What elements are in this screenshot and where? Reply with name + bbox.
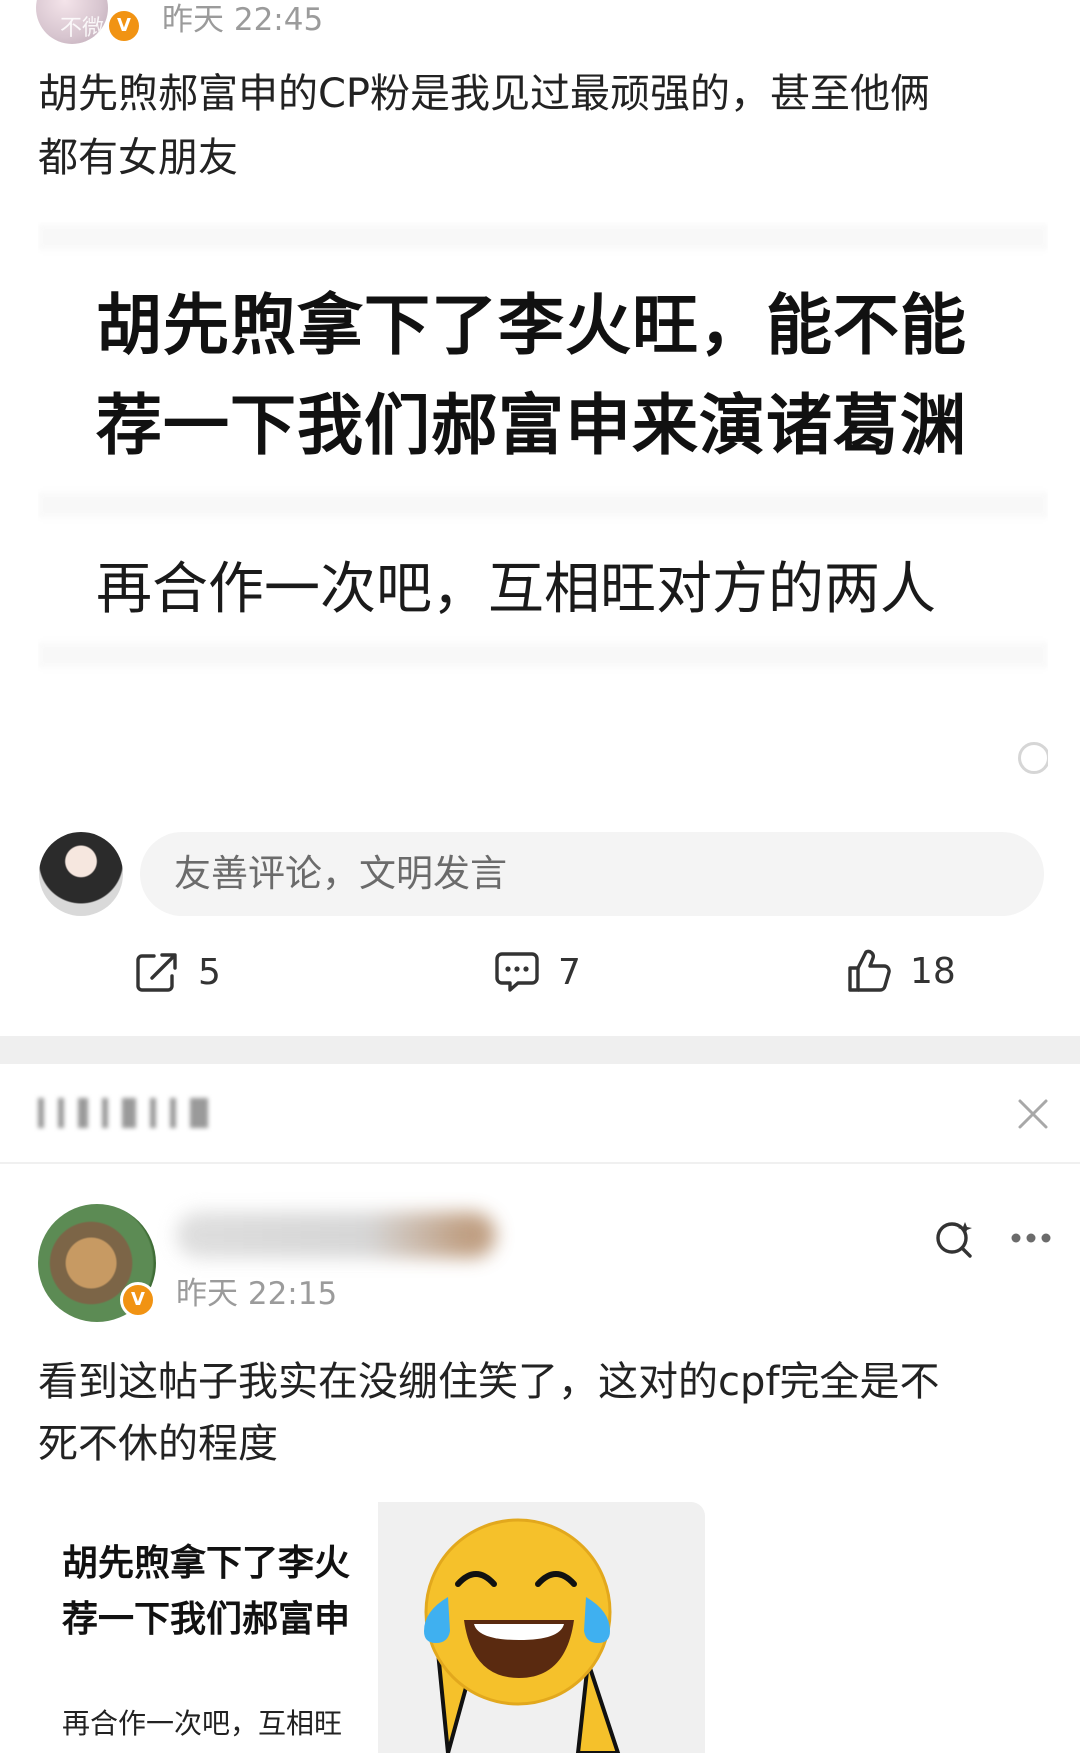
image-thumbnail[interactable]: 胡先煦拿下了李火 荐一下我们郝富申 再合作一次吧，互相旺 (38, 1502, 378, 1753)
post-text-line: 死不休的程度 (38, 1421, 278, 1467)
section-divider (0, 1036, 1080, 1064)
share-icon (136, 953, 177, 992)
thumb-text-line: 荐一下我们郝富申 (62, 1599, 351, 1640)
verified-badge-icon: V (106, 8, 142, 44)
author-name-blurred[interactable] (176, 1212, 496, 1258)
comment-button[interactable]: 7 (494, 950, 581, 994)
post-time: 昨天 22:15 (176, 1276, 338, 1312)
watermark-icon (1018, 742, 1048, 774)
thumb-text-line: 再合作一次吧，互相旺 (62, 1707, 343, 1740)
thumbs-up-icon (848, 949, 891, 992)
share-count: 5 (198, 951, 221, 993)
laughing-crying-emoji-icon (424, 1518, 621, 1753)
image-text-line: 再合作一次吧，互相旺对方的两人 (96, 557, 936, 622)
recommend-title-blurred (38, 1098, 264, 1132)
post-image[interactable]: 胡先煦拿下了李火旺，能不能 荐一下我们郝富申来演诸葛渊 再合作一次吧，互相旺对方… (38, 222, 1048, 782)
comment-icon (495, 952, 539, 992)
post-text-line: 看到这帖子我实在没绷住笑了，这对的cpf完全是不 (38, 1359, 940, 1405)
image-text-line: 胡先煦拿下了李火旺，能不能 (96, 287, 967, 364)
like-count: 18 (910, 950, 956, 992)
author-avatar[interactable]: 不微 (36, 0, 108, 44)
comment-input[interactable]: 友善评论，文明发言 (140, 832, 1044, 916)
avatar-text: 不微 (60, 16, 105, 41)
verified-badge-icon: V (120, 1282, 156, 1318)
current-user-avatar[interactable] (39, 832, 123, 916)
search-icon[interactable] (934, 1218, 976, 1260)
image-text-line: 荐一下我们郝富申来演诸葛渊 (96, 387, 967, 464)
post-text-line: 胡先煦郝富申的CP粉是我见过最顽强的，甚至他俩 (38, 71, 931, 117)
header-divider (0, 1162, 1080, 1164)
comment-count: 7 (558, 951, 581, 993)
post-image-gallery[interactable]: 胡先煦拿下了李火 荐一下我们郝富申 再合作一次吧，互相旺 (38, 1502, 705, 1753)
post-text-line: 都有女朋友 (38, 135, 238, 181)
like-button[interactable]: 18 (846, 948, 956, 994)
close-icon[interactable] (1016, 1097, 1050, 1131)
post-time: 昨天 22:45 (162, 2, 324, 38)
emoji-thumbnail[interactable] (378, 1502, 705, 1753)
thumb-text-line: 胡先煦拿下了李火 (62, 1543, 351, 1584)
share-button[interactable]: 5 (134, 950, 221, 994)
more-options-icon[interactable] (1010, 1232, 1052, 1244)
